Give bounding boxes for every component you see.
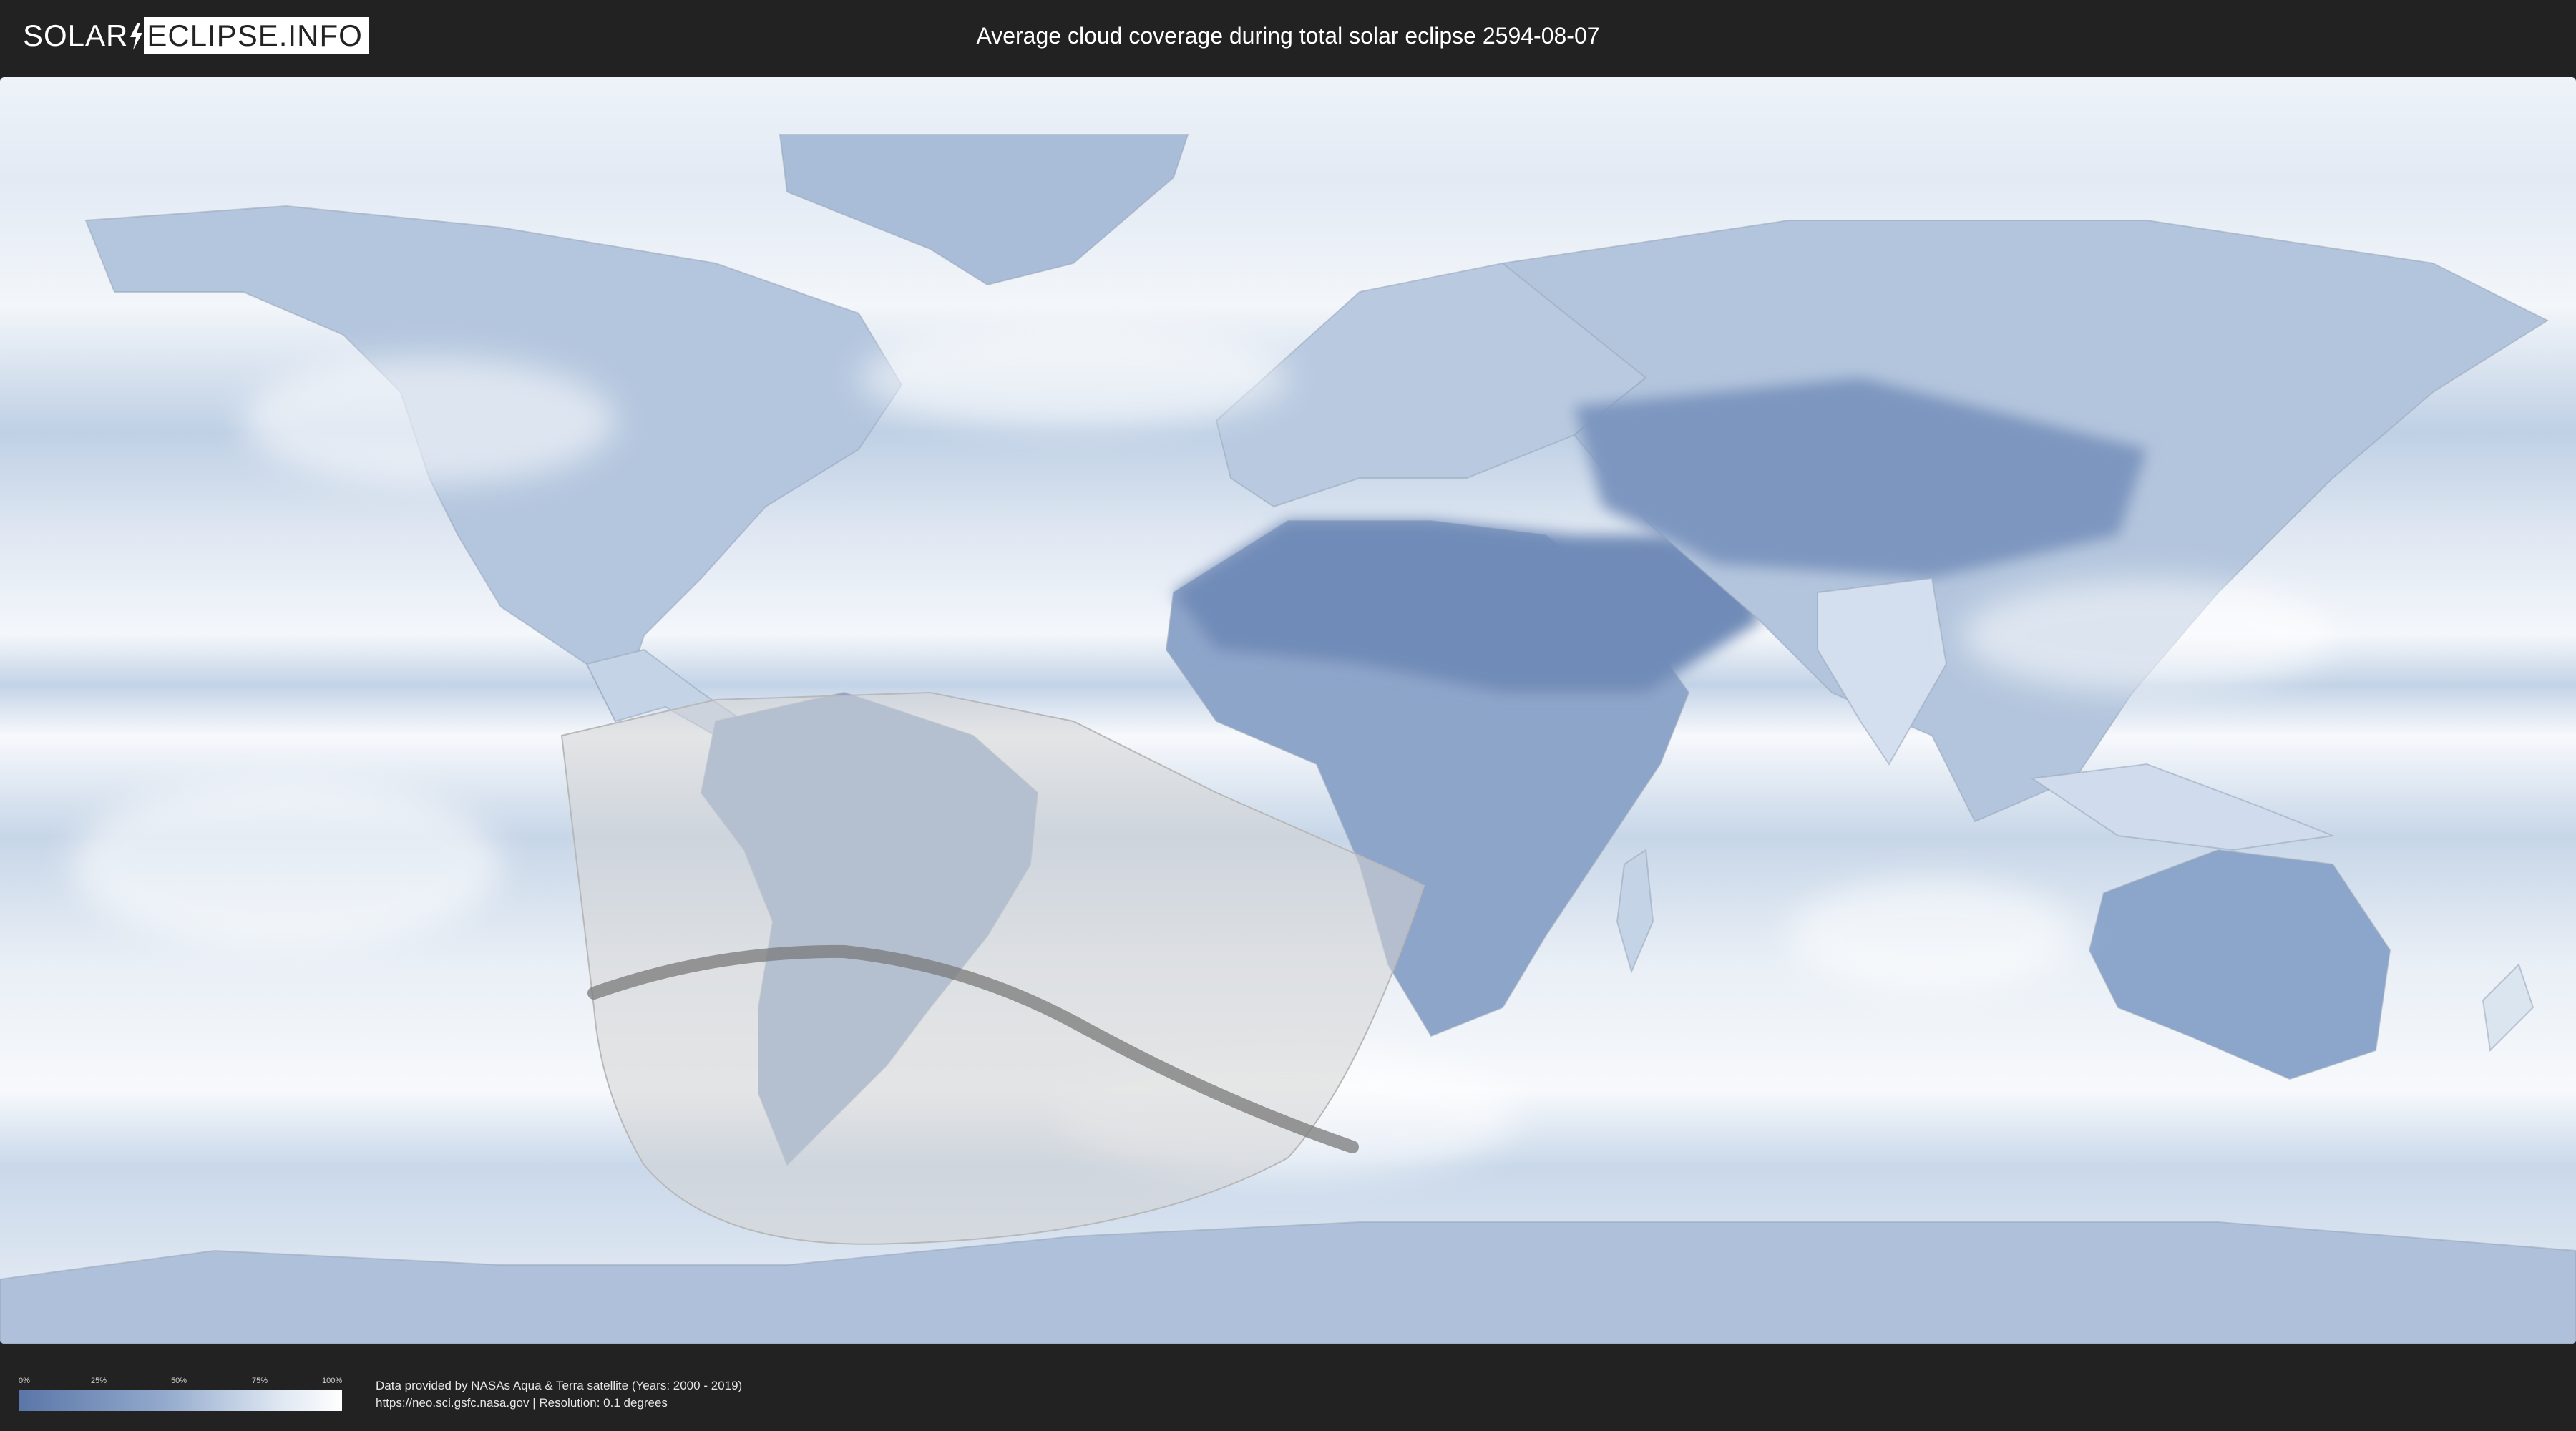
- data-source-link[interactable]: https://neo.sci.gsfc.nasa.gov | Resoluti…: [376, 1395, 668, 1411]
- legend-tick-100: 100%: [322, 1377, 343, 1385]
- legend-tick-75: 75%: [252, 1377, 268, 1385]
- footer-bar: 0% 25% 50% 75% 100% Data provided by NAS…: [0, 1358, 2576, 1431]
- page-title: Average cloud coverage during total sola…: [976, 23, 1600, 49]
- legend-color-scale: [19, 1390, 342, 1411]
- legend-tick-25: 25%: [91, 1377, 107, 1385]
- legend-tick-50: 50%: [171, 1377, 187, 1385]
- cloud-coverage-map[interactable]: [0, 77, 2576, 1344]
- legend-tick-0: 0%: [19, 1377, 30, 1385]
- header-bar: SOLAR ECLIPSE.INFO Average cloud coverag…: [0, 0, 2576, 72]
- data-credit-text: Data provided by NASAs Aqua & Terra sate…: [376, 1379, 743, 1392]
